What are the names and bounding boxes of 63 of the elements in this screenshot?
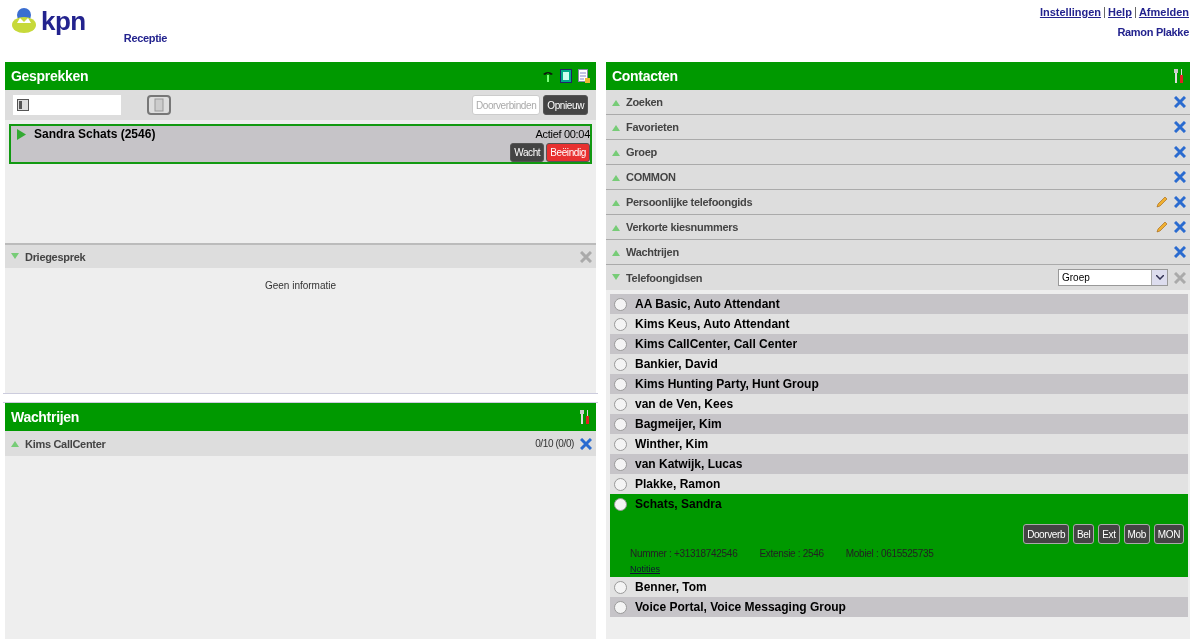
toolbar-button[interactable]: Opnieuw <box>543 95 588 115</box>
caller-name: Sandra Schats (2546) <box>34 127 156 141</box>
contact-row[interactable]: Kims Hunting Party, Hunt Group <box>610 374 1188 394</box>
contact-name: Benner, Tom <box>635 580 707 594</box>
section-title[interactable]: Wachtrijen <box>626 246 679 258</box>
contact-row[interactable]: Plakke, Ramon <box>610 474 1188 494</box>
logo-text: kpn <box>41 8 86 34</box>
contact-row[interactable]: van de Ven, Kees <box>610 394 1188 414</box>
contact-row[interactable]: Voice Portal, Voice Messaging Group <box>610 597 1188 617</box>
contact-name: Winther, Kim <box>635 437 709 451</box>
queue-name[interactable]: Kims CallCenter <box>25 437 106 450</box>
contact-action-button[interactable]: MON <box>1153 524 1184 544</box>
panel-title: Wachtrijen <box>11 409 80 425</box>
contact-row[interactable]: Winther, Kim <box>610 434 1188 454</box>
call-status: Actief 00:04 <box>535 128 590 140</box>
contact-action-button[interactable]: Mob <box>1123 524 1150 544</box>
empty-message: Geen informatie <box>263 279 338 291</box>
contact-row[interactable]: Kims CallCenter, Call Center <box>610 334 1188 354</box>
call-action-button[interactable]: Beëindig <box>546 143 590 162</box>
phonebook-select[interactable]: Groep <box>1058 269 1168 286</box>
contact-name: Schats, Sandra <box>635 497 722 511</box>
contact-detail: Mobiel : 0615525735 <box>845 548 934 559</box>
section-title[interactable]: Verkorte kiesnummers <box>626 221 738 233</box>
section-title[interactable]: Groep <box>626 146 657 158</box>
contact-row[interactable]: Bankier, David <box>610 354 1188 374</box>
contact-row[interactable]: Schats, Sandra Doorverb Bel Ext Mob MON Nummer : +31318742546 Extensie : 2546 Mobiel : 0615525735 Notities <box>610 494 1188 577</box>
contact-name: Bankier, David <box>635 357 718 371</box>
contact-name: Kims Keus, Auto Attendant <box>635 317 790 331</box>
contact-detail: Nummer : +31318742546 <box>630 548 738 559</box>
contact-name: Plakke, Ramon <box>635 477 721 491</box>
section-title[interactable]: Persoonlijke telefoongids <box>626 196 753 208</box>
contact-action-button[interactable]: Ext <box>1098 524 1120 544</box>
contact-name: van Katwijk, Lucas <box>635 457 743 471</box>
contact-action-button[interactable]: Doorverb <box>1023 524 1070 544</box>
section-title[interactable]: Zoeken <box>626 96 663 108</box>
section-title[interactable]: Driegesprek <box>25 250 86 263</box>
contact-row[interactable]: Bagmeijer, Kim <box>610 414 1188 434</box>
panel-title: Contacten <box>612 68 678 84</box>
section-title[interactable]: Telefoongidsen <box>626 271 703 284</box>
contact-name: Kims CallCenter, Call Center <box>635 337 798 351</box>
call-action-button[interactable]: Wacht <box>510 143 545 162</box>
contact-action-button[interactable]: Bel <box>1073 524 1095 544</box>
contact-name: Bagmeijer, Kim <box>635 417 722 431</box>
contact-detail: Extensie : 2546 <box>759 548 824 559</box>
contact-row[interactable]: Benner, Tom <box>610 577 1188 597</box>
contact-name: Kims Hunting Party, Hunt Group <box>635 377 819 391</box>
contact-row[interactable]: van Katwijk, Lucas <box>610 454 1188 474</box>
header-link[interactable]: Instellingen <box>1039 6 1102 18</box>
contact-name: van de Ven, Kees <box>635 397 734 411</box>
panel-title: Gesprekken <box>11 68 89 84</box>
contact-row[interactable]: AA Basic, Auto Attendant <box>610 294 1188 314</box>
contact-row[interactable]: Kims Keus, Auto Attendant <box>610 314 1188 334</box>
queue-count: 0/10 (0/0) <box>535 438 574 449</box>
section-title[interactable]: Favorieten <box>626 121 679 133</box>
app-title: Receptie <box>123 32 168 44</box>
header-link[interactable]: Help <box>1108 6 1132 18</box>
call-row[interactable]: Sandra Schats (2546) Actief 00:04 Wacht Beëindig <box>9 124 592 164</box>
notes-link[interactable]: Notities <box>610 564 660 574</box>
contact-name: Voice Portal, Voice Messaging Group <box>635 600 846 614</box>
header-link[interactable]: Afmelden <box>1138 6 1189 18</box>
contact-name: AA Basic, Auto Attendant <box>635 297 780 311</box>
user-name: Ramon Plakke <box>1117 26 1189 38</box>
section-title[interactable]: COMMON <box>626 171 676 183</box>
